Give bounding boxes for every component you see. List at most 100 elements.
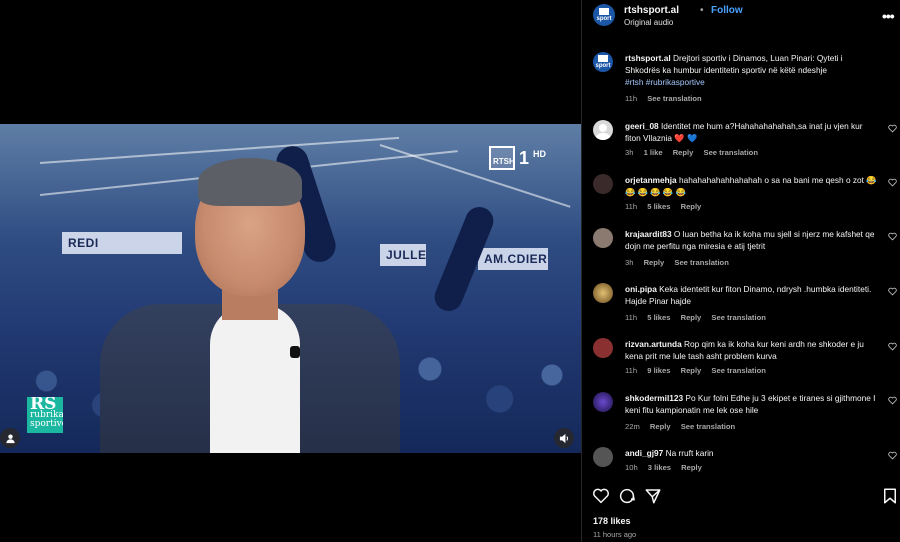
follow-button[interactable]: Follow bbox=[711, 5, 743, 16]
commenter-avatar[interactable] bbox=[593, 283, 613, 303]
comment-text: hahahahahahhahahah o sa na bani me qesh … bbox=[678, 175, 864, 185]
heart-icon[interactable] bbox=[888, 451, 897, 460]
channel-logo: RTSH 1 HD bbox=[489, 146, 546, 170]
comment-time: 10h bbox=[625, 463, 638, 472]
commenter-username[interactable]: krajaardit83 bbox=[625, 229, 672, 239]
tagged-users-button[interactable] bbox=[0, 428, 20, 448]
heart-icon[interactable] bbox=[888, 287, 897, 296]
comment-time: 22m bbox=[625, 422, 640, 431]
comment-meta: 22m Reply See translation bbox=[625, 422, 743, 431]
comment-likes[interactable]: 3 likes bbox=[648, 463, 671, 472]
channel-hd: HD bbox=[533, 149, 547, 159]
commenter-avatar[interactable] bbox=[593, 392, 613, 412]
see-translation-link[interactable]: See translation bbox=[681, 422, 735, 431]
heart-icon[interactable] bbox=[888, 232, 897, 241]
commenter-avatar[interactable] bbox=[593, 338, 613, 358]
reply-button[interactable]: Reply bbox=[681, 313, 702, 322]
show-logo-mark: RS bbox=[30, 397, 57, 414]
comment-body: rizvan.artunda Rop qim ka ik koha kur ke… bbox=[625, 338, 878, 362]
commenter-username[interactable]: shkodermil123 bbox=[625, 393, 683, 403]
comment-meta: 10h 3 likes Reply bbox=[625, 463, 710, 472]
presenter-hair bbox=[198, 158, 302, 206]
comment-icon[interactable] bbox=[618, 487, 636, 505]
reply-button[interactable]: Reply bbox=[681, 463, 702, 472]
caption-username[interactable]: rtshsport.al bbox=[625, 53, 671, 63]
brand-mark bbox=[599, 8, 609, 15]
comment-text: Na rruft karin bbox=[665, 448, 714, 458]
caption-meta: 11h See translation bbox=[625, 94, 710, 103]
reply-button[interactable]: Reply bbox=[681, 202, 702, 211]
rtsh-logo-box: RTSH bbox=[489, 146, 515, 170]
reply-button[interactable]: Reply bbox=[650, 422, 671, 431]
speaker-icon bbox=[559, 433, 568, 443]
comment-body: geeri_08 Identitet me hum a?Hahahahahaha… bbox=[625, 120, 878, 144]
likes-count[interactable]: 178 likes bbox=[593, 516, 631, 526]
person-icon bbox=[5, 433, 15, 443]
comment-likes[interactable]: 5 likes bbox=[647, 202, 670, 211]
post-timestamp: 11 hours ago bbox=[593, 530, 637, 539]
commenter-username[interactable]: oni.pipa bbox=[625, 284, 657, 294]
account-avatar[interactable]: sport bbox=[593, 4, 615, 26]
heart-icon[interactable] bbox=[888, 342, 897, 351]
commenter-username[interactable]: geeri_08 bbox=[625, 121, 659, 131]
comment-time: 11h bbox=[625, 202, 638, 211]
comment-emoji: ❤️ 💙 bbox=[674, 133, 698, 143]
send-icon[interactable] bbox=[644, 487, 662, 505]
video-frame[interactable]: REDI JULLE AM.CDIERO RTSH 1 HD RS rubrik… bbox=[0, 124, 581, 453]
heart-icon[interactable] bbox=[888, 396, 897, 405]
presenter bbox=[100, 154, 400, 453]
separator-dot: • bbox=[700, 5, 704, 16]
see-translation-link[interactable]: See translation bbox=[711, 313, 765, 322]
bookmark-icon[interactable] bbox=[881, 487, 899, 505]
comment-likes[interactable]: 1 like bbox=[644, 148, 663, 157]
comment-likes[interactable]: 5 likes bbox=[647, 313, 670, 322]
comment-text: Keka identetit kur fiton Dinamo, ndrysh … bbox=[625, 284, 872, 306]
comment-body: andi_gj97 Na rruft karin bbox=[625, 447, 878, 459]
comment-meta: 11h 9 likes Reply See translation bbox=[625, 366, 774, 375]
comment-likes[interactable]: 9 likes bbox=[647, 366, 670, 375]
see-translation-link[interactable]: See translation bbox=[711, 366, 765, 375]
reply-button[interactable]: Reply bbox=[644, 258, 665, 267]
comment-body: krajaardit83 O luan betha ka ik koha mu … bbox=[625, 228, 878, 252]
channel-number: 1 bbox=[519, 147, 530, 168]
more-options-icon[interactable]: ••• bbox=[882, 8, 895, 24]
show-logo-text: rubrika sportive bbox=[30, 410, 63, 429]
commenter-avatar[interactable] bbox=[593, 174, 613, 194]
comment-meta: 11h 5 likes Reply See translation bbox=[625, 313, 774, 322]
show-logo: RS rubrika sportive bbox=[27, 397, 63, 433]
commenter-username[interactable]: orjetanmehja bbox=[625, 175, 677, 185]
comment-meta: 11h 5 likes Reply bbox=[625, 202, 709, 211]
post-actions-bar bbox=[582, 487, 900, 509]
caption-time: 11h bbox=[625, 94, 638, 103]
brand-mark bbox=[598, 55, 608, 62]
see-translation-link[interactable]: See translation bbox=[674, 258, 728, 267]
comment-time: 3h bbox=[625, 258, 634, 267]
caption-avatar[interactable]: sport bbox=[593, 52, 613, 72]
post-header: sport rtshsport.al • Follow Original aud… bbox=[582, 0, 900, 33]
commenter-username[interactable]: andi_gj97 bbox=[625, 448, 663, 458]
commenter-avatar[interactable] bbox=[593, 120, 613, 140]
account-username[interactable]: rtshsport.al bbox=[624, 5, 679, 16]
reply-button[interactable]: Reply bbox=[673, 148, 694, 157]
video-player[interactable]: REDI JULLE AM.CDIERO RTSH 1 HD RS rubrik… bbox=[0, 0, 581, 542]
see-translation-link[interactable]: See translation bbox=[647, 94, 701, 103]
see-translation-link[interactable]: See translation bbox=[704, 148, 758, 157]
reply-button[interactable]: Reply bbox=[681, 366, 702, 375]
heart-icon[interactable] bbox=[592, 487, 610, 505]
caption-hashtags[interactable]: #rtsh #rubrikasportive bbox=[625, 77, 705, 87]
audio-link[interactable]: Original audio bbox=[624, 18, 673, 27]
heart-icon[interactable] bbox=[888, 178, 897, 187]
avatar-label: sport bbox=[596, 16, 612, 22]
comment-time: 11h bbox=[625, 366, 638, 375]
backdrop-banner: AM.CDIERO bbox=[478, 248, 548, 270]
mute-button[interactable] bbox=[554, 428, 574, 448]
comment-body: oni.pipa Keka identetit kur fiton Dinamo… bbox=[625, 283, 878, 307]
comments-list[interactable]: sport rtshsport.al Drejtori sportiv i Di… bbox=[582, 52, 900, 482]
commenter-username[interactable]: rizvan.artunda bbox=[625, 339, 682, 349]
comment-body: orjetanmehja hahahahahahhahahah o sa na … bbox=[625, 174, 878, 198]
post-details-panel: sport rtshsport.al • Follow Original aud… bbox=[581, 0, 900, 542]
comment-meta: 3h Reply See translation bbox=[625, 258, 737, 267]
heart-icon[interactable] bbox=[888, 124, 897, 133]
commenter-avatar[interactable] bbox=[593, 447, 613, 467]
commenter-avatar[interactable] bbox=[593, 228, 613, 248]
